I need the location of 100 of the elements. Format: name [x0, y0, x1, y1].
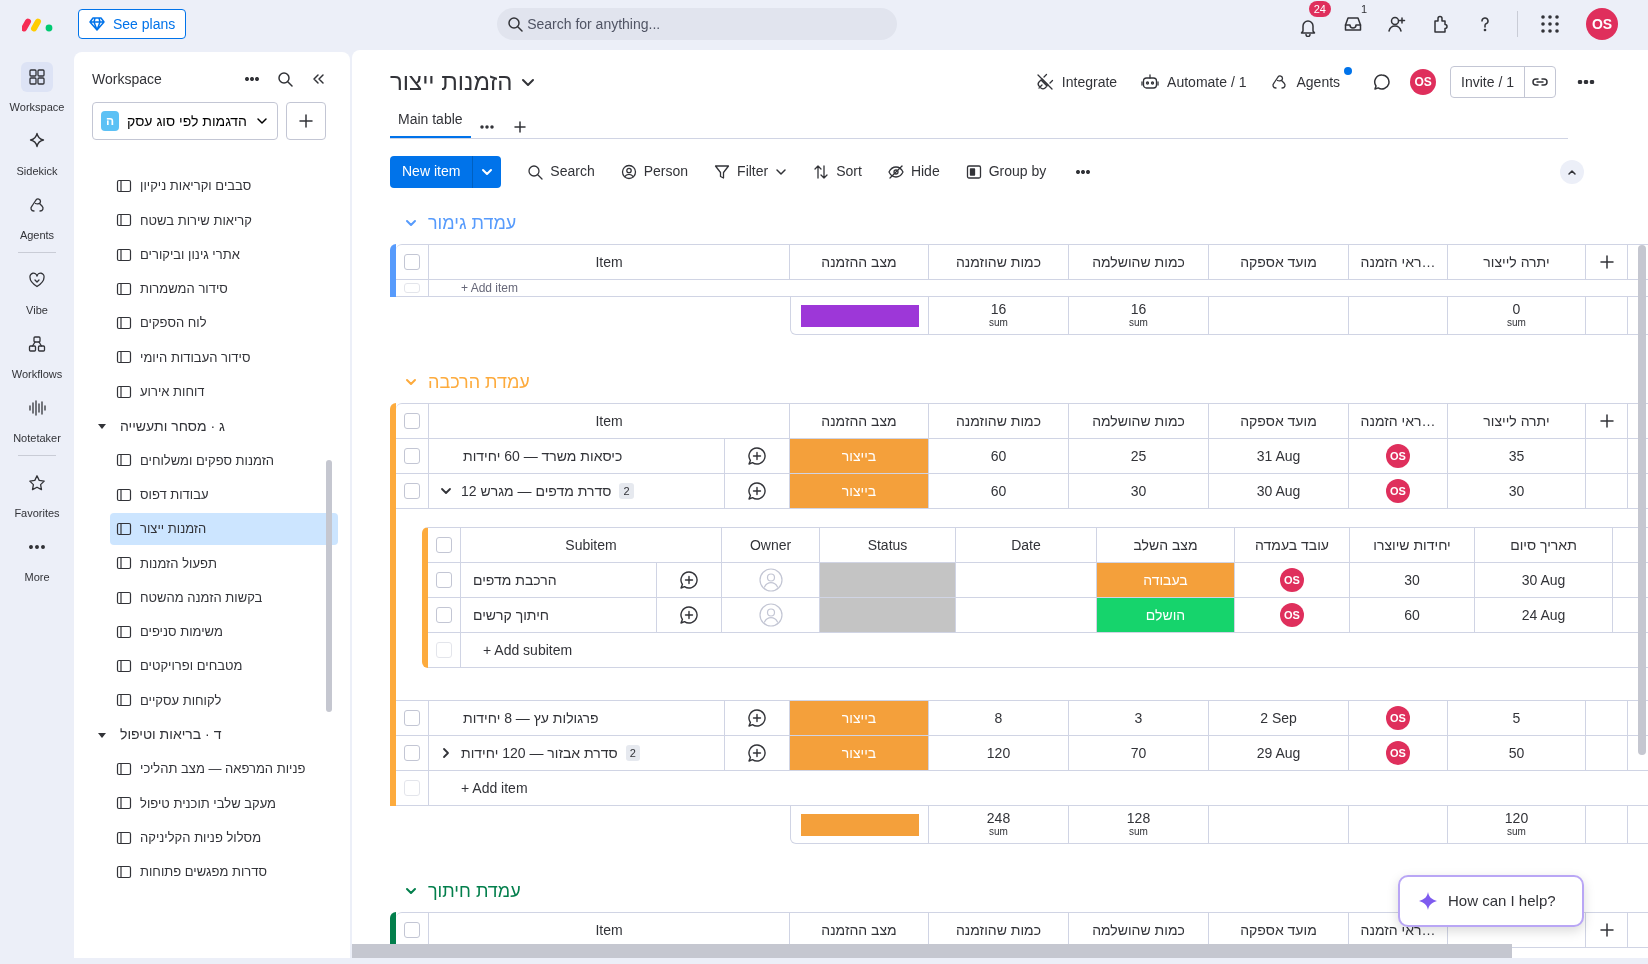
rail-item[interactable]: Favorites	[2, 468, 72, 532]
rail-item[interactable]: Notetaker	[2, 393, 72, 457]
action-button[interactable]: Agents	[1270, 67, 1353, 97]
checkbox[interactable]	[404, 254, 420, 270]
add-update-button[interactable]	[745, 444, 769, 468]
vertical-scrollbar[interactable]	[1638, 245, 1646, 755]
board-item[interactable]: הזמנות ספקים ומשלוחים	[110, 444, 338, 477]
board-item[interactable]: סידור העבודות היומי	[110, 341, 338, 374]
see-plans-button[interactable]: See plans	[78, 9, 187, 39]
toolbar-button[interactable]: Filter	[714, 161, 788, 182]
add-update-button[interactable]	[677, 568, 701, 592]
folder-item[interactable]: ג · מסחר ותעשייה	[96, 410, 225, 443]
board-icon	[116, 795, 132, 812]
checkbox[interactable]	[404, 922, 420, 938]
board-item[interactable]: קריאות שירות בשטח	[110, 204, 338, 237]
status-cell[interactable]	[820, 563, 956, 598]
view-tab[interactable]: Main table	[390, 109, 471, 138]
board-icon	[116, 246, 132, 263]
status-cell[interactable]	[820, 598, 956, 633]
add-button[interactable]	[286, 102, 326, 140]
person-placeholder-icon	[758, 568, 783, 592]
chat-plus-icon	[747, 446, 767, 466]
sum-value: 16	[990, 302, 1007, 316]
action-button[interactable]: Automate / 1	[1141, 67, 1247, 97]
add-update-button[interactable]	[745, 706, 769, 730]
chat-plus-icon	[747, 708, 767, 728]
workflow-icon	[28, 335, 46, 353]
add-update-button[interactable]	[677, 603, 701, 627]
checkbox[interactable]	[436, 537, 452, 553]
action-button[interactable]: Integrate	[1035, 67, 1118, 97]
table-cell: 30	[1069, 474, 1209, 509]
add-item-button[interactable]: + Add item	[461, 780, 528, 796]
rail-item[interactable]: Workspace	[2, 62, 72, 126]
column-header: יתרה לייצור	[1483, 411, 1550, 431]
toolbar-button[interactable]: Hide	[887, 161, 940, 182]
board-item[interactable]: לקוחות עסקיים	[110, 684, 338, 717]
add-item-button[interactable]: + Add item	[461, 280, 519, 296]
board-icon	[116, 863, 132, 880]
toolbar-button[interactable]: Group by	[965, 161, 1047, 182]
board-item[interactable]: פניות המרפאה — מצב תהליכי	[110, 753, 338, 786]
checkbox[interactable]	[436, 572, 452, 588]
board-item[interactable]: אתרי גינון וביקורים	[110, 238, 338, 271]
board-item[interactable]: משימות סניפים	[110, 615, 338, 648]
plus-icon	[513, 121, 526, 133]
board-item[interactable]: בקשות הזמנה מהשטח	[110, 581, 338, 614]
person-plus-icon	[1387, 14, 1407, 34]
board-icon	[116, 315, 132, 332]
new-item-button[interactable]: New item	[390, 155, 473, 188]
board-item[interactable]: הזמנות ייצור	[110, 512, 338, 545]
board-item[interactable]: סידור המשמרות	[110, 272, 338, 305]
inbox-count: 1	[1360, 2, 1367, 17]
rail-item[interactable]: Workflows	[2, 329, 72, 393]
toolbar-button[interactable]: Sort	[813, 161, 862, 182]
rail-item[interactable]: Sidekick	[2, 126, 72, 190]
vertical-scrollbar[interactable]	[326, 460, 332, 712]
column-header: Item	[595, 920, 623, 940]
add-update-button[interactable]	[745, 741, 769, 765]
rail-item[interactable]: Agents	[2, 190, 72, 254]
add-subitem-button[interactable]: + Add subitem	[483, 639, 573, 661]
rail-item[interactable]: More	[2, 532, 72, 596]
group-title[interactable]: עמדת חיתוך	[404, 876, 521, 906]
person-placeholder-icon	[758, 603, 783, 627]
checkbox[interactable]	[404, 745, 420, 761]
horizontal-scrollbar[interactable]	[352, 944, 1512, 958]
checkbox[interactable]	[436, 607, 452, 623]
workspace-selector[interactable]: ה הדגמות לפי סוג עסק	[92, 102, 278, 140]
star-icon	[28, 474, 46, 492]
board-item[interactable]: סבבים וקריאות ניקיון	[110, 170, 338, 202]
checkbox[interactable]	[404, 483, 420, 499]
table-cell: 60	[929, 439, 1069, 474]
column-header: כמות שהוזמנה	[955, 252, 1042, 272]
column-header: מצב ההזמנה	[821, 411, 897, 431]
more-icon	[1577, 80, 1595, 84]
board-item[interactable]: סדרות מפגשים פתוחות	[110, 855, 338, 888]
board-item[interactable]: דוחות אירוע	[110, 375, 338, 408]
board-item[interactable]: מטבחים ופרויקטים	[110, 650, 338, 683]
checkbox[interactable]	[404, 710, 420, 726]
board-item[interactable]: מעקב שלבי תוכנית טיפול	[110, 787, 338, 820]
search-field[interactable]: Search for anything...	[497, 8, 898, 40]
board-title[interactable]: הזמנות ייצור	[390, 64, 537, 100]
column-header: כמות שהושלמה	[1092, 411, 1185, 431]
avatar: OS	[1386, 479, 1410, 503]
board-item[interactable]: תפעול הזמנות	[110, 547, 338, 580]
add-update-button[interactable]	[745, 479, 769, 503]
notification-count: 24	[1308, 1, 1331, 17]
checkbox[interactable]	[404, 448, 420, 464]
toolbar-button[interactable]: Person	[620, 161, 689, 182]
checkbox[interactable]	[404, 413, 420, 429]
collapse-toolbar-button[interactable]	[1560, 159, 1584, 184]
rail-item[interactable]: Vibe	[2, 265, 72, 329]
column-header: מועד אספקה	[1240, 920, 1317, 940]
help-chat-button[interactable]: How can I help?	[1398, 875, 1584, 927]
toolbar-button[interactable]: Search	[527, 161, 595, 182]
folder-item[interactable]: ד · בריאות וטיפול	[96, 718, 222, 751]
new-item-menu-button[interactable]	[472, 155, 502, 188]
board-item[interactable]: עבודות דפוס	[110, 478, 338, 511]
sum-label: sum	[989, 824, 1008, 838]
board-item[interactable]: לוח הספקים	[110, 307, 338, 340]
board-item[interactable]: מסלול פניות הקליניקה	[110, 821, 338, 854]
column-header: מועד אספקה	[1240, 411, 1317, 431]
